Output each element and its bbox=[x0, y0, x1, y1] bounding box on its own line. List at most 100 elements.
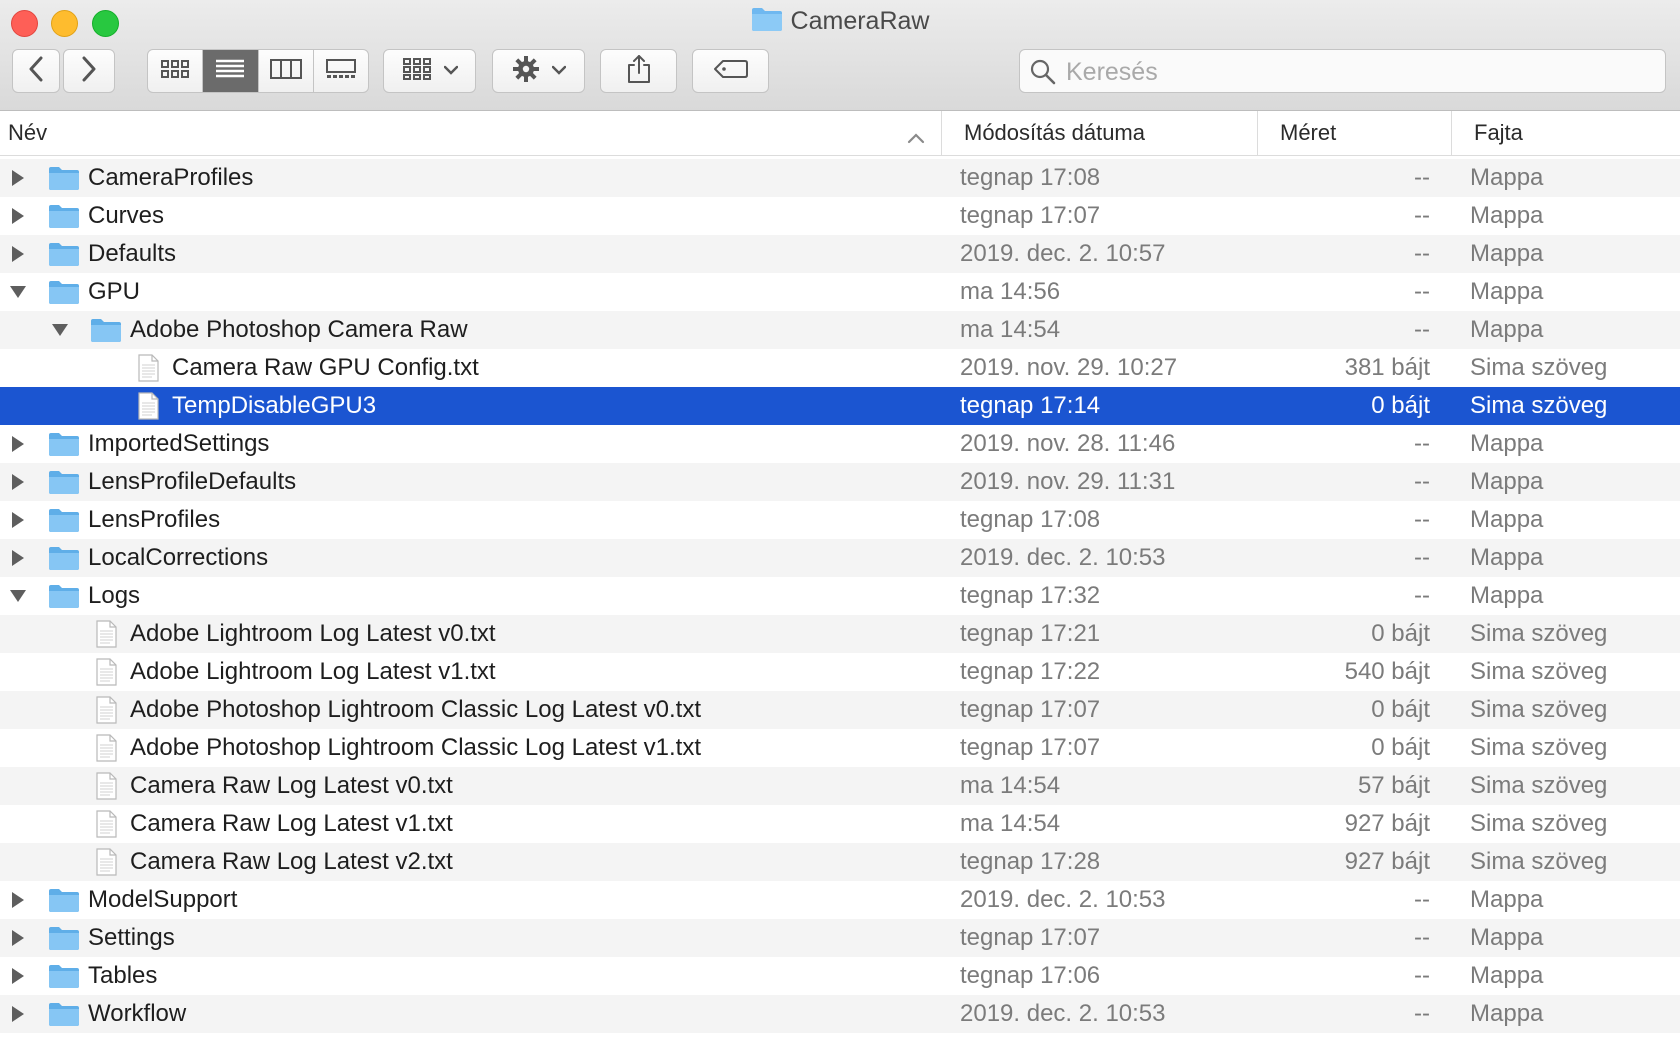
disclosure-collapsed-icon[interactable] bbox=[6, 919, 30, 957]
item-kind: Sima szöveg bbox=[1470, 354, 1608, 381]
column-header-size[interactable]: Méret bbox=[1257, 111, 1451, 155]
list-icon bbox=[215, 58, 245, 85]
disclosure-collapsed-icon[interactable] bbox=[6, 539, 30, 577]
folder-icon bbox=[48, 582, 80, 610]
item-name: GPU bbox=[88, 278, 141, 305]
disclosure-collapsed-icon[interactable] bbox=[6, 197, 30, 235]
disclosure-collapsed-icon[interactable] bbox=[6, 235, 30, 273]
item-name: Camera Raw Log Latest v1.txt bbox=[130, 810, 453, 837]
item-size: 927 bájt bbox=[1344, 810, 1430, 837]
folder-icon bbox=[48, 544, 80, 572]
folder-icon bbox=[751, 6, 783, 39]
icon-view-button[interactable] bbox=[148, 50, 204, 92]
item-date-modified: tegnap 17:08 bbox=[960, 164, 1101, 191]
file-row[interactable]: Camera Raw Log Latest v2.txt tegnap 17:28… bbox=[0, 843, 1680, 881]
item-size: 0 bájt bbox=[1371, 696, 1430, 723]
folder-row[interactable]: Defaults 2019. dec. 2. 10:57 -- Mappa bbox=[0, 235, 1680, 273]
item-size: 540 bájt bbox=[1344, 658, 1430, 685]
folder-row[interactable]: Tables tegnap 17:06 -- Mappa bbox=[0, 957, 1680, 995]
folder-row[interactable]: Workflow 2019. dec. 2. 10:53 -- Mappa bbox=[0, 995, 1680, 1033]
disclosure-expanded-icon[interactable] bbox=[6, 577, 30, 615]
folder-row[interactable]: Settings tegnap 17:07 -- Mappa bbox=[0, 919, 1680, 957]
disclosure-collapsed-icon[interactable] bbox=[6, 501, 30, 539]
column-header-date[interactable]: Módosítás dátuma bbox=[941, 111, 1257, 155]
item-date-modified: tegnap 17:07 bbox=[960, 924, 1101, 951]
file-row[interactable]: Adobe Photoshop Lightroom Classic Log La… bbox=[0, 691, 1680, 729]
disclosure-collapsed-icon[interactable] bbox=[6, 957, 30, 995]
share-icon bbox=[626, 54, 652, 89]
item-date-modified: tegnap 17:28 bbox=[960, 848, 1101, 875]
item-date-modified: 2019. dec. 2. 10:57 bbox=[960, 240, 1166, 267]
sort-ascending-icon bbox=[907, 125, 925, 151]
disclosure-expanded-icon[interactable] bbox=[6, 273, 30, 311]
item-date-modified: ma 14:54 bbox=[960, 810, 1061, 837]
column-header-name-label: Név bbox=[8, 120, 48, 145]
finder-window: CameraRaw Keresés Név Módosítás dátuma M… bbox=[0, 0, 1680, 1044]
item-kind: Sima szöveg bbox=[1470, 392, 1608, 419]
search-field[interactable] bbox=[1019, 49, 1666, 93]
folder-icon bbox=[48, 962, 80, 990]
folder-row[interactable]: Logs tegnap 17:32 -- Mappa bbox=[0, 577, 1680, 615]
item-name: Adobe Lightroom Log Latest v0.txt bbox=[130, 620, 496, 647]
item-kind: Sima szöveg bbox=[1470, 772, 1608, 799]
file-row[interactable]: Camera Raw Log Latest v0.txt ma 14:54 57 b… bbox=[0, 767, 1680, 805]
folder-row[interactable]: LensProfileDefaults 2019. nov. 29. 11:31 -… bbox=[0, 463, 1680, 501]
text-file-icon bbox=[90, 620, 122, 648]
item-date-modified: 2019. nov. 29. 11:31 bbox=[960, 468, 1176, 495]
file-row[interactable]: Adobe Lightroom Log Latest v0.txt tegnap … bbox=[0, 615, 1680, 653]
folder-icon bbox=[48, 164, 80, 192]
item-size: 927 bájt bbox=[1344, 848, 1430, 875]
title-bar: CameraRaw bbox=[0, 0, 1680, 111]
folder-icon bbox=[48, 924, 80, 952]
search-input[interactable] bbox=[1064, 54, 1658, 90]
disclosure-collapsed-icon[interactable] bbox=[6, 995, 30, 1033]
folder-row[interactable]: ModelSupport 2019. dec. 2. 10:53 -- Mappa bbox=[0, 881, 1680, 919]
disclosure-collapsed-icon[interactable] bbox=[6, 463, 30, 501]
share-button[interactable] bbox=[600, 49, 677, 93]
item-name: Camera Raw GPU Config.txt bbox=[172, 354, 479, 381]
item-kind: Sima szöveg bbox=[1470, 734, 1608, 761]
item-size: -- bbox=[1414, 544, 1430, 571]
chevron-right-icon bbox=[80, 56, 98, 87]
item-kind: Mappa bbox=[1470, 544, 1544, 571]
item-size: -- bbox=[1414, 278, 1430, 305]
file-row[interactable]: Camera Raw GPU Config.txt 2019. nov. 29. … bbox=[0, 349, 1680, 387]
item-size: 0 bájt bbox=[1371, 734, 1430, 761]
column-header-kind[interactable]: Fajta bbox=[1451, 111, 1680, 155]
tag-button[interactable] bbox=[692, 49, 769, 93]
folder-icon bbox=[48, 240, 80, 268]
folder-row[interactable]: ImportedSettings 2019. nov. 28. 11:46 -- Ma… bbox=[0, 425, 1680, 463]
file-row[interactable]: TempDisableGPU3 tegnap 17:14 0 bájt Sima sz… bbox=[0, 387, 1680, 425]
column-header-name[interactable]: Név bbox=[8, 111, 938, 155]
item-kind: Mappa bbox=[1470, 962, 1544, 989]
disclosure-collapsed-icon[interactable] bbox=[6, 159, 30, 197]
folder-icon bbox=[48, 1000, 80, 1028]
list-view-button[interactable] bbox=[203, 50, 259, 92]
item-name: Defaults bbox=[88, 240, 177, 267]
folder-row[interactable]: Adobe Photoshop Camera Raw ma 14:54 -- Mapp… bbox=[0, 311, 1680, 349]
item-size: -- bbox=[1414, 886, 1430, 913]
back-button[interactable] bbox=[12, 49, 60, 93]
item-date-modified: tegnap 17:07 bbox=[960, 202, 1101, 229]
text-file-icon bbox=[90, 772, 122, 800]
folder-row[interactable]: Curves tegnap 17:07 -- Mappa bbox=[0, 197, 1680, 235]
disclosure-collapsed-icon[interactable] bbox=[6, 425, 30, 463]
disclosure-collapsed-icon[interactable] bbox=[6, 881, 30, 919]
column-view-button[interactable] bbox=[259, 50, 314, 92]
folder-row[interactable]: LocalCorrections 2019. dec. 2. 10:53 -- Map… bbox=[0, 539, 1680, 577]
folder-row[interactable]: LensProfiles tegnap 17:08 -- Mappa bbox=[0, 501, 1680, 539]
file-row[interactable]: Adobe Photoshop Lightroom Classic Log La… bbox=[0, 729, 1680, 767]
gallery-view-button[interactable] bbox=[314, 50, 368, 92]
forward-button[interactable] bbox=[63, 49, 115, 93]
action-menu-button[interactable] bbox=[492, 49, 585, 93]
item-name: LensProfileDefaults bbox=[88, 468, 297, 495]
text-file-icon bbox=[90, 696, 122, 724]
file-row[interactable]: Camera Raw Log Latest v1.txt ma 14:54 927 … bbox=[0, 805, 1680, 843]
group-by-button[interactable] bbox=[383, 49, 476, 93]
folder-row[interactable]: GPU ma 14:56 -- Mappa bbox=[0, 273, 1680, 311]
folder-row[interactable]: CameraProfiles tegnap 17:08 -- Mappa bbox=[0, 159, 1680, 197]
file-row[interactable]: Adobe Lightroom Log Latest v1.txt tegnap … bbox=[0, 653, 1680, 691]
disclosure-expanded-icon[interactable] bbox=[48, 311, 72, 349]
item-name: Settings bbox=[88, 924, 175, 951]
item-date-modified: tegnap 17:21 bbox=[960, 620, 1101, 647]
